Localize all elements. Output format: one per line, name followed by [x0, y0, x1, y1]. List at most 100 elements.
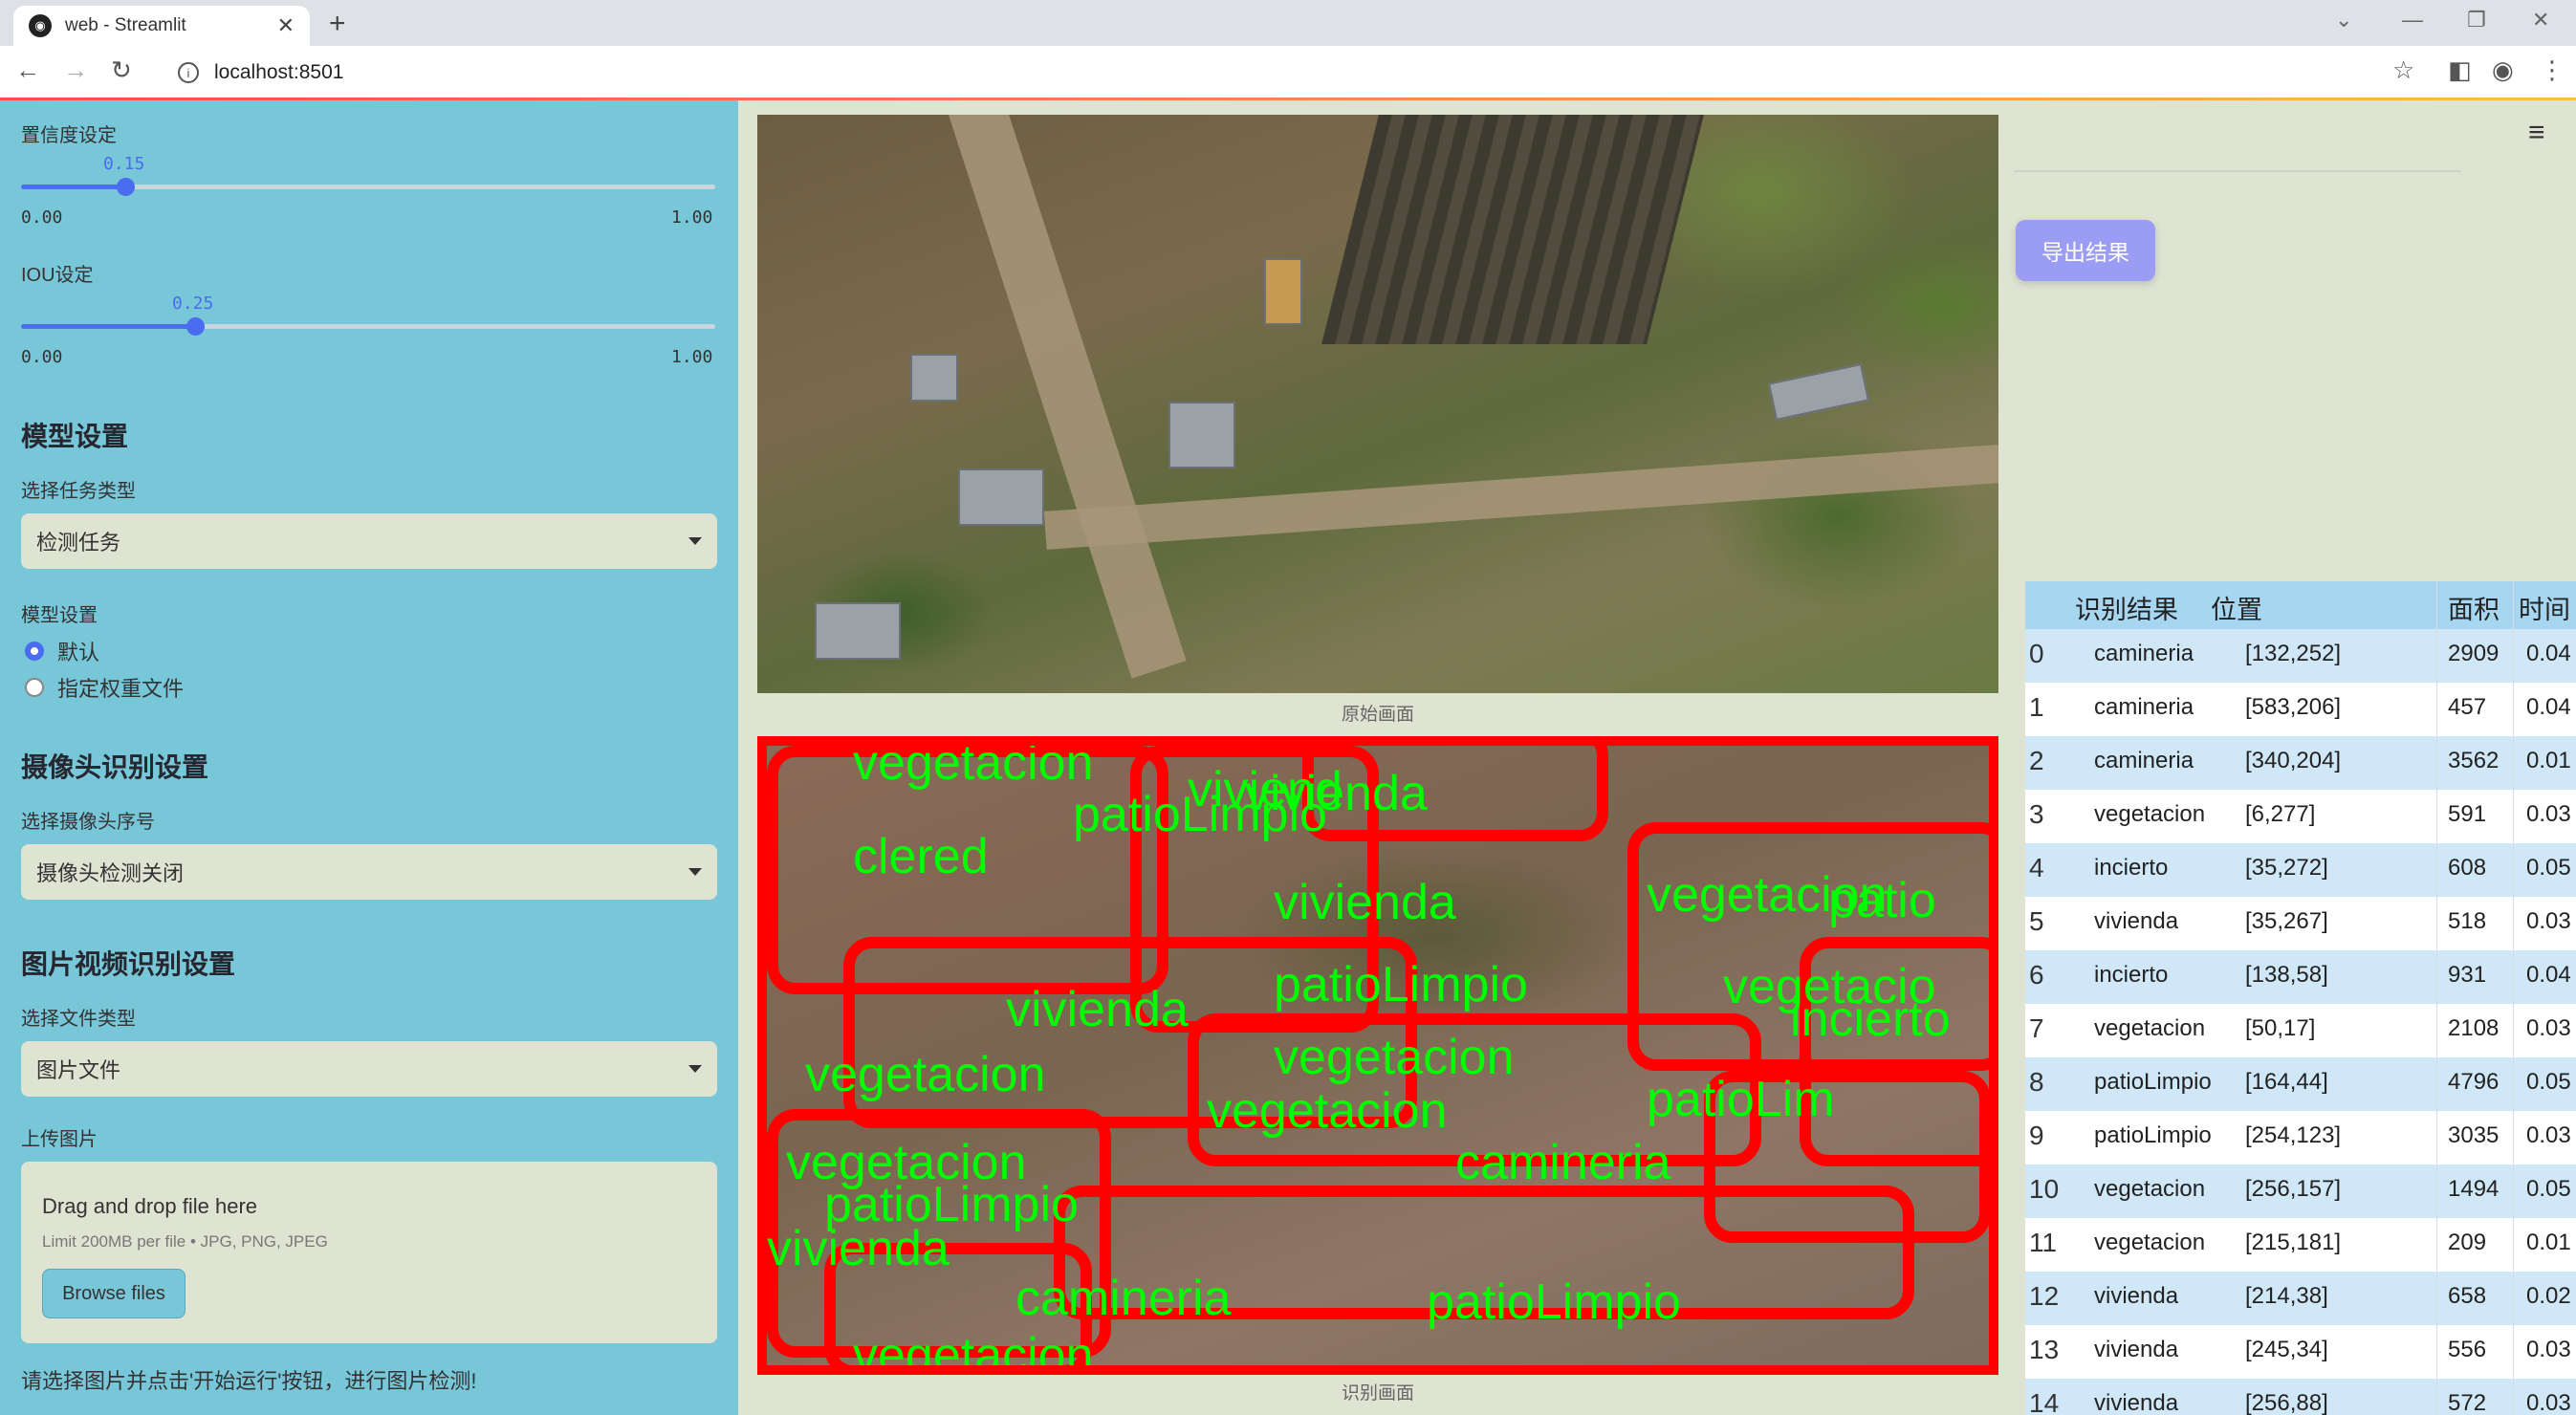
confidence-slider-thumb[interactable]	[116, 178, 135, 196]
back-icon[interactable]: ←	[15, 55, 40, 85]
forward-icon[interactable]: →	[63, 55, 88, 85]
table-row[interactable]: 12 vivienda [214,38] 658 0.02	[2025, 1272, 2576, 1325]
browser-tab[interactable]: ◉ web - Streamlit ✕	[13, 6, 310, 46]
detection-label: camineria	[1015, 1271, 1232, 1326]
radio-selected-icon	[25, 642, 44, 661]
row-index: 0	[2029, 639, 2044, 668]
cell-class: vegetacion	[2094, 1015, 2206, 1041]
cell-time: 0.03	[2526, 801, 2571, 827]
cell-class: camineria	[2094, 694, 2194, 720]
iou-slider[interactable]	[21, 317, 715, 336]
file-type-select[interactable]: 图片文件	[21, 1041, 717, 1097]
table-row[interactable]: 0 camineria [132,252] 2909 0.04	[2025, 629, 2576, 683]
hamburger-menu-icon[interactable]: ≡	[2528, 117, 2545, 149]
table-row[interactable]: 2 camineria [340,204] 3562 0.01	[2025, 736, 2576, 790]
row-index: 7	[2029, 1013, 2044, 1043]
cell-area: 931	[2448, 962, 2487, 988]
url-text: localhost:8501	[214, 61, 344, 83]
table-row[interactable]: 13 vivienda [245,34] 556 0.03	[2025, 1325, 2576, 1379]
cell-position: [132,252]	[2245, 641, 2342, 666]
minimize-icon[interactable]: —	[2402, 8, 2423, 33]
url-field[interactable]: i localhost:8501	[155, 54, 2383, 92]
close-tab-icon[interactable]: ✕	[277, 13, 295, 38]
address-bar-row: ← → ↻ i localhost:8501 ☆ ◧ ◉ ⋮	[0, 46, 2576, 99]
upload-title: Drag and drop file here	[42, 1194, 258, 1218]
cell-class: vivienda	[2094, 1390, 2179, 1415]
table-row[interactable]: 11 vegetacion [215,181] 209 0.01	[2025, 1218, 2576, 1272]
cell-area: 3035	[2448, 1122, 2500, 1148]
iou-label: IOU设定	[21, 265, 94, 286]
iou-slider-fill	[21, 324, 195, 329]
table-row[interactable]: 7 vegetacion [50,17] 2108 0.03	[2025, 1004, 2576, 1057]
table-row[interactable]: 8 patioLimpio [164,44] 4796 0.05	[2025, 1057, 2576, 1111]
bookmark-star-icon[interactable]: ☆	[2392, 55, 2414, 85]
cell-position: [6,277]	[2245, 801, 2316, 827]
confidence-slider[interactable]	[21, 178, 715, 196]
chevron-down-icon	[688, 1065, 702, 1073]
restore-icon[interactable]: ❐	[2467, 8, 2486, 33]
detection-label: vegetacion	[853, 1328, 1094, 1375]
row-index: 5	[2029, 906, 2044, 936]
radio-custom-weights-label: 指定权重文件	[57, 677, 185, 701]
table-row[interactable]: 3 vegetacion [6,277] 591 0.03	[2025, 790, 2576, 843]
browser-menu-icon[interactable]: ⋮	[2540, 55, 2565, 85]
media-section-heading: 图片视频识别设置	[21, 949, 236, 979]
cell-area: 572	[2448, 1390, 2487, 1415]
cell-class: vegetacion	[2094, 1176, 2206, 1202]
row-index: 9	[2029, 1121, 2044, 1150]
export-results-button[interactable]: 导出结果	[2016, 220, 2155, 281]
cell-time: 0.04	[2526, 694, 2571, 720]
cell-time: 0.03	[2526, 908, 2571, 934]
table-row[interactable]: 1 camineria [583,206] 457 0.04	[2025, 683, 2576, 736]
tab-bar: ◉ web - Streamlit ✕ + ⌄ — ❐ ✕	[0, 0, 2576, 46]
detection-label: patio	[1828, 873, 1936, 928]
row-index: 8	[2029, 1067, 2044, 1097]
cell-area: 3562	[2448, 748, 2500, 773]
confidence-label: 置信度设定	[21, 125, 117, 146]
close-window-icon[interactable]: ✕	[2532, 8, 2549, 33]
table-row[interactable]: 9 patioLimpio [254,123] 3035 0.03	[2025, 1111, 2576, 1165]
cell-position: [164,44]	[2245, 1069, 2328, 1095]
info-icon[interactable]: i	[178, 62, 199, 83]
radio-default[interactable]: 默认	[25, 636, 99, 666]
task-type-select[interactable]: 检测任务	[21, 513, 717, 569]
file-uploader-dropzone[interactable]: Drag and drop file here Limit 200MB per …	[21, 1162, 717, 1343]
table-header: 识别结果 位置 面积 时间	[2025, 581, 2576, 629]
browse-files-button[interactable]: Browse files	[42, 1269, 186, 1318]
original-image	[757, 115, 1998, 693]
profile-icon[interactable]: ◉	[2492, 55, 2514, 85]
column-header-time[interactable]: 时间	[2519, 589, 2570, 626]
cell-class: vivienda	[2094, 1283, 2179, 1309]
iou-min: 0.00	[21, 347, 63, 367]
column-header-position[interactable]: 位置	[2211, 589, 2262, 626]
tab-search-icon[interactable]: ⌄	[2335, 8, 2352, 33]
table-row[interactable]: 14 vivienda [256,88] 572 0.03	[2025, 1379, 2576, 1415]
cell-position: [138,58]	[2245, 962, 2328, 988]
cell-time: 0.05	[2526, 1069, 2571, 1095]
side-panel-icon[interactable]: ◧	[2448, 55, 2472, 85]
detection-label: clered	[853, 829, 989, 884]
cell-position: [340,204]	[2245, 748, 2342, 773]
results-table[interactable]: 识别结果 位置 面积 时间 0 camineria [132,252] 2909 0.0…	[2025, 581, 2576, 1415]
new-tab-icon[interactable]: +	[329, 8, 346, 40]
row-index: 12	[2029, 1281, 2060, 1311]
column-header-area[interactable]: 面积	[2448, 589, 2500, 626]
radio-custom-weights[interactable]: 指定权重文件	[25, 672, 184, 703]
iou-max: 1.00	[671, 347, 713, 367]
iou-slider-thumb[interactable]	[186, 317, 205, 336]
cell-position: [583,206]	[2245, 694, 2342, 720]
column-header-result[interactable]: 识别结果	[2075, 589, 2178, 626]
cell-time: 0.01	[2526, 748, 2571, 773]
iou-value: 0.25	[172, 294, 214, 314]
cell-time: 0.04	[2526, 641, 2571, 666]
camera-select[interactable]: 摄像头检测关闭	[21, 844, 717, 900]
result-image: vegetacion viviend patioLimpio vivienda …	[757, 736, 1998, 1375]
table-row[interactable]: 4 incierto [35,272] 608 0.05	[2025, 843, 2576, 897]
confidence-slider-fill	[21, 185, 125, 189]
table-row[interactable]: 10 vegetacion [256,157] 1494 0.05	[2025, 1165, 2576, 1218]
table-row[interactable]: 6 incierto [138,58] 931 0.04	[2025, 950, 2576, 1004]
table-row[interactable]: 5 vivienda [35,267] 518 0.03	[2025, 897, 2576, 950]
row-index: 13	[2029, 1335, 2060, 1364]
reload-icon[interactable]: ↻	[111, 55, 132, 85]
camera-section-heading: 摄像头识别设置	[21, 752, 209, 782]
